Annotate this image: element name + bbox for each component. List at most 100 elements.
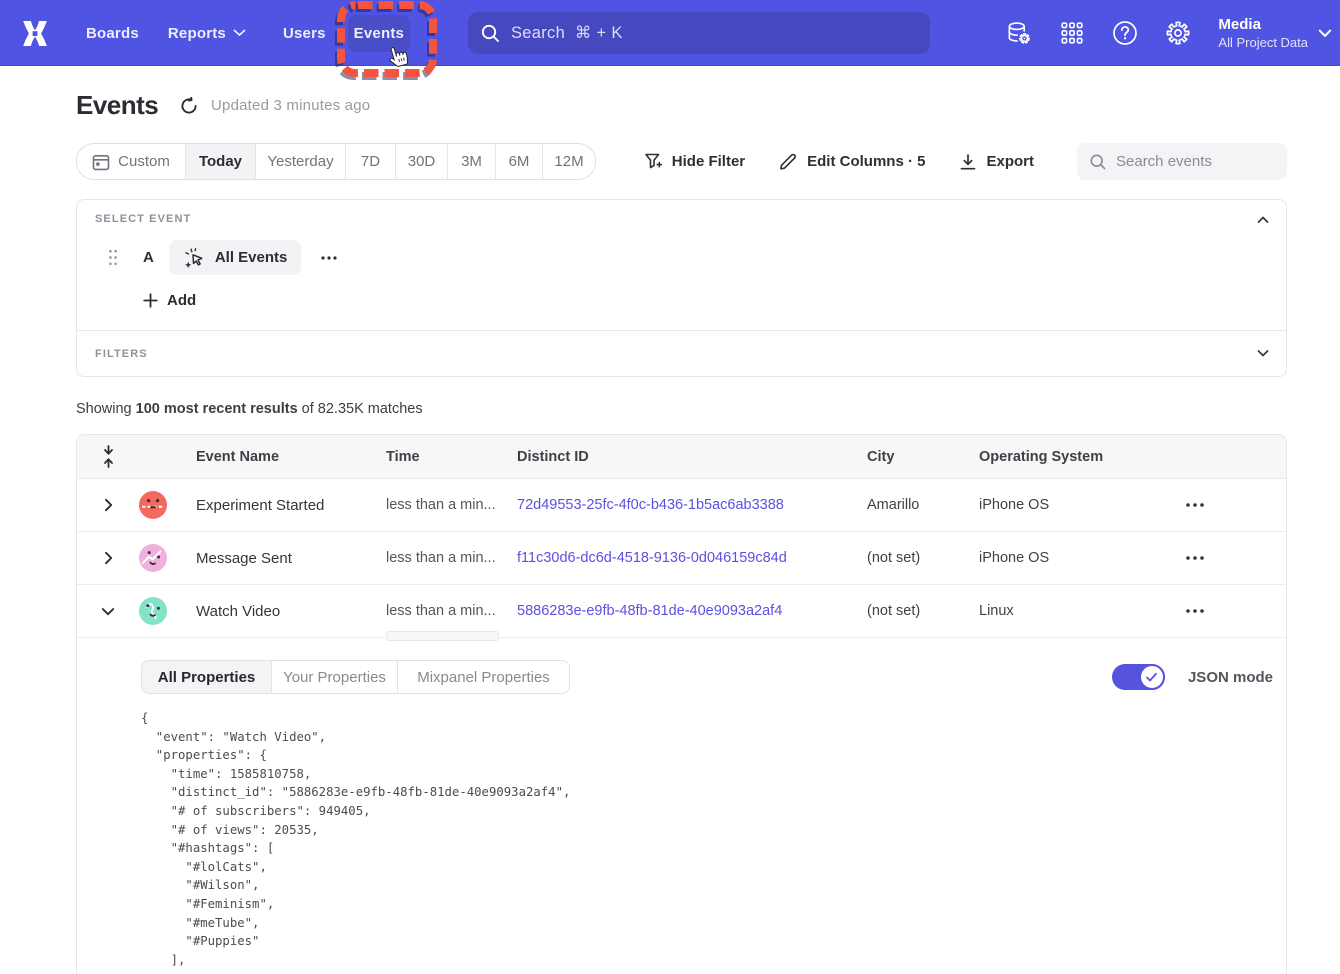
add-label: Add	[167, 292, 196, 309]
properties-tabs: All Properties Your Properties Mixpanel …	[141, 660, 570, 694]
expand-row-icon[interactable]	[77, 532, 139, 584]
cell-city: (not set)	[867, 550, 979, 566]
project-name: Media	[1218, 15, 1308, 34]
project-switcher[interactable]: Media All Project Data	[1218, 15, 1332, 51]
updated-timestamp: Updated 3 minutes ago	[211, 97, 370, 114]
nav-item-events[interactable]: Events	[348, 15, 410, 52]
event-row-letter: A	[143, 249, 154, 266]
nav-item-label: Users	[283, 25, 326, 42]
query-builder-card: SELECT EVENT A All Events	[76, 199, 1287, 377]
cell-event-name: Message Sent	[196, 550, 386, 567]
help-icon[interactable]	[1112, 20, 1138, 46]
nav-item-reports[interactable]: Reports	[156, 16, 258, 51]
check-icon	[1145, 672, 1158, 683]
cell-time: less than a min...	[386, 497, 517, 513]
date-range-6m[interactable]: 6M	[496, 144, 543, 179]
navbar-right: Media All Project Data	[1006, 0, 1340, 66]
nav-item-label: Reports	[168, 25, 226, 42]
date-range-today[interactable]: Today	[186, 144, 256, 179]
col-header-city[interactable]: City	[867, 449, 979, 465]
date-range-12m[interactable]: 12M	[543, 144, 595, 179]
event-more-button[interactable]	[321, 256, 337, 260]
tab-mixpanel-properties[interactable]: Mixpanel Properties	[398, 661, 569, 693]
filter-funnel-icon	[644, 152, 663, 171]
collapse-row-icon[interactable]	[77, 585, 139, 637]
date-range-yesterday[interactable]: Yesterday	[256, 144, 346, 179]
page-title: Events	[76, 90, 180, 121]
event-chip-label: All Events	[215, 249, 288, 266]
toolbar-actions: Hide Filter Edit Columns · 5 Export	[644, 143, 1287, 180]
select-event-label: SELECT EVENT	[95, 213, 1268, 225]
date-range-label: 12M	[554, 153, 583, 170]
edit-columns-button[interactable]: Edit Columns · 5	[779, 152, 925, 171]
cell-distinct-id[interactable]: 5886283e-e9fb-48fb-81de-40e9093a2af4	[517, 603, 867, 619]
drag-handle-icon[interactable]	[108, 249, 118, 266]
plus-icon	[143, 293, 158, 308]
hide-filter-label: Hide Filter	[672, 153, 745, 170]
main-content: Events Updated 3 minutes ago Custom Toda…	[0, 90, 1287, 974]
col-header-event-name[interactable]: Event Name	[196, 449, 386, 465]
search-placeholder: Search	[511, 24, 565, 42]
col-header-time[interactable]: Time	[386, 449, 517, 465]
table-row[interactable]: Message Sent less than a min... f11c30d6…	[77, 532, 1286, 585]
collapse-section-icon[interactable]	[1256, 213, 1270, 227]
ellipsis-icon	[1186, 609, 1204, 613]
chevron-down-icon	[233, 29, 246, 37]
cell-time: less than a min...	[386, 603, 517, 619]
add-event-button[interactable]: Add	[143, 292, 213, 309]
cell-distinct-id[interactable]: f11c30d6-dc6d-4518-9136-0d046159c84d	[517, 550, 867, 566]
sort-icon[interactable]	[103, 445, 114, 468]
global-search-input[interactable]: Search ⌘ + K	[468, 12, 930, 54]
event-json-code: { "event": "Watch Video", "properties": …	[141, 709, 1286, 969]
apps-grid-icon[interactable]	[1059, 20, 1085, 46]
all-events-icon	[183, 247, 205, 269]
search-events-input[interactable]: Search events	[1077, 143, 1287, 180]
settings-gear-icon[interactable]	[1165, 20, 1191, 46]
data-management-icon[interactable]	[1006, 20, 1032, 46]
table-row[interactable]: Experiment Started less than a min... 72…	[77, 479, 1286, 532]
expand-filters-icon[interactable]	[1256, 346, 1270, 360]
hide-filter-button[interactable]: Hide Filter	[644, 152, 745, 171]
col-header-os[interactable]: Operating System	[979, 449, 1186, 465]
row-more-button[interactable]	[1186, 503, 1286, 507]
nav-item-label: Boards	[86, 25, 139, 42]
event-avatar	[139, 491, 167, 519]
ellipsis-icon	[321, 256, 337, 260]
refresh-icon[interactable]	[180, 97, 198, 115]
export-label: Export	[986, 153, 1034, 170]
event-selector-chip[interactable]: All Events	[169, 240, 302, 275]
tab-your-properties[interactable]: Your Properties	[272, 661, 398, 693]
cell-os: iPhone OS	[979, 497, 1186, 513]
mixpanel-logo-icon	[21, 20, 49, 47]
nav-item-users[interactable]: Users	[271, 16, 338, 51]
download-icon	[959, 153, 977, 171]
chevron-down-icon	[1318, 29, 1332, 38]
row-more-button[interactable]	[1186, 609, 1286, 613]
cell-os: iPhone OS	[979, 550, 1186, 566]
date-range-3m[interactable]: 3M	[448, 144, 496, 179]
row-more-button[interactable]	[1186, 556, 1286, 560]
cell-distinct-id[interactable]: 72d49553-25fc-4f0c-b436-1b5ac6ab3388	[517, 497, 867, 513]
cell-os: Linux	[979, 603, 1186, 619]
filters-label: FILTERS	[95, 348, 148, 360]
nav-item-label: Events	[354, 25, 404, 42]
col-header-distinct-id[interactable]: Distinct ID	[517, 449, 867, 465]
expand-row-icon[interactable]	[77, 479, 139, 531]
results-summary: Showing 100 most recent results of 82.35…	[76, 401, 1287, 417]
toolbar: Custom Today Yesterday 7D 30D 3M 6M 12M …	[76, 143, 1287, 180]
date-range-7d[interactable]: 7D	[346, 144, 396, 179]
json-mode-toggle[interactable]	[1112, 664, 1165, 690]
nav-item-boards[interactable]: Boards	[74, 16, 151, 51]
cell-event-name: Experiment Started	[196, 497, 386, 514]
table-row-expanded[interactable]: Watch Video less than a min... 5886283e-…	[77, 585, 1286, 638]
date-range-30d[interactable]: 30D	[396, 144, 448, 179]
cell-event-name: Watch Video	[196, 603, 386, 620]
table-header-row: Event Name Time Distinct ID City Operati…	[77, 435, 1286, 479]
event-detail-panel: All Properties Your Properties Mixpanel …	[77, 638, 1286, 969]
date-range-custom[interactable]: Custom	[77, 144, 186, 179]
export-button[interactable]: Export	[959, 153, 1034, 171]
tab-all-properties[interactable]: All Properties	[142, 661, 272, 693]
filters-section[interactable]: FILTERS	[77, 331, 1286, 376]
event-avatar	[139, 597, 167, 625]
mixpanel-logo[interactable]	[0, 20, 70, 47]
